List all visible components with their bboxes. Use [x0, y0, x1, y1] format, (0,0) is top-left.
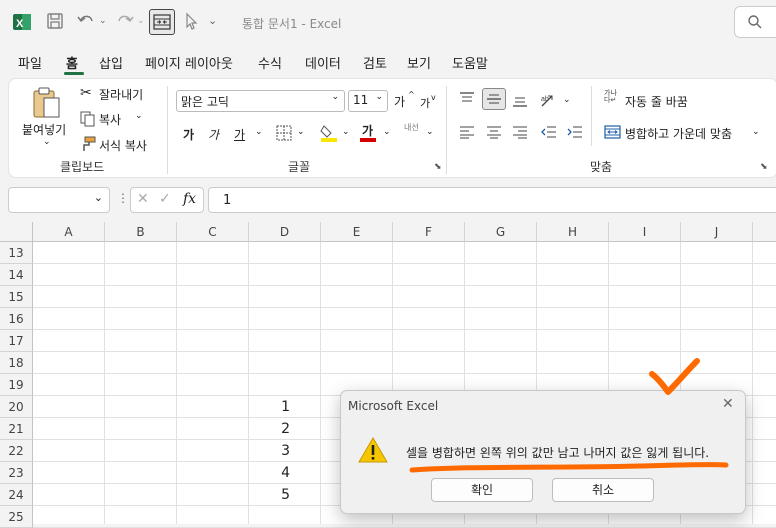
annotation-underline: [409, 462, 729, 473]
annotation-checkmark: [649, 358, 700, 395]
annotation-overlay: [409, 358, 729, 473]
